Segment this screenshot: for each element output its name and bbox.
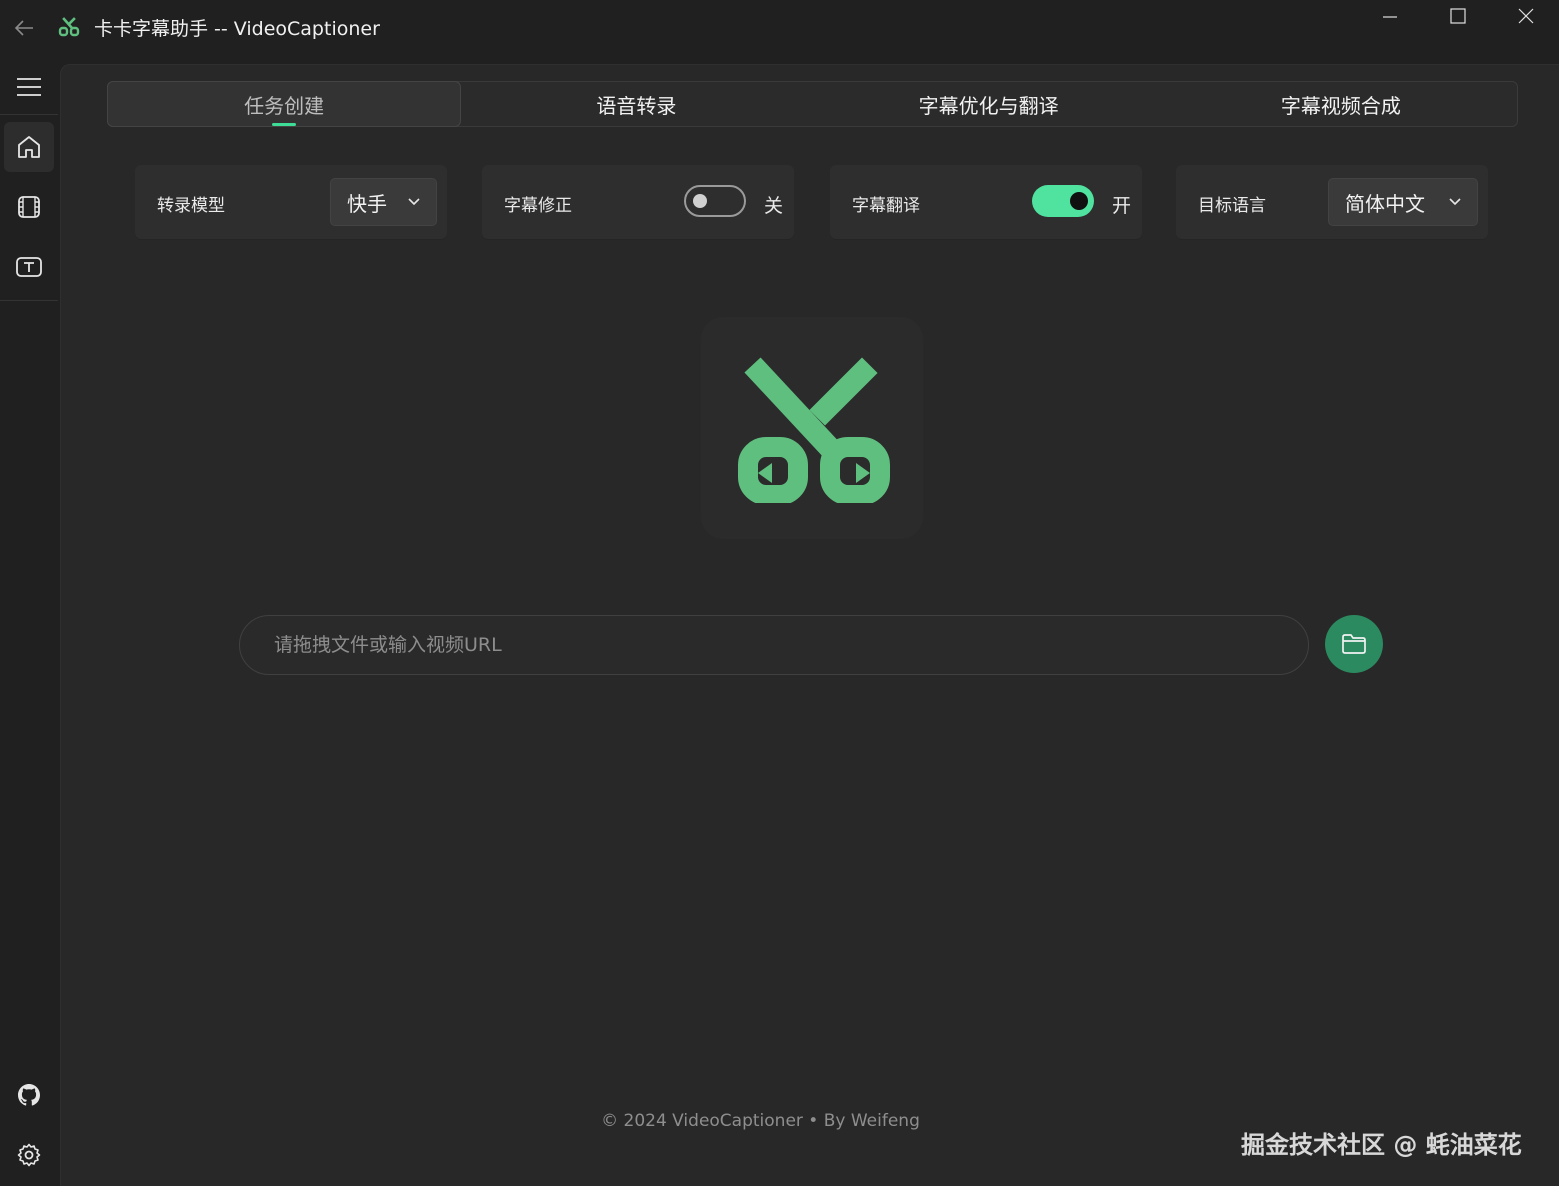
translation-label: 字幕翻译: [852, 196, 920, 216]
tab-subtitle-video-synthesis[interactable]: 字幕视频合成: [1165, 82, 1517, 126]
tab-bar: 任务创建 语音转录 字幕优化与翻译 字幕视频合成: [107, 81, 1518, 127]
model-setting-card: 转录模型 快手: [135, 165, 447, 239]
tab-label: 语音转录: [596, 93, 677, 118]
sidebar-item-video[interactable]: [4, 182, 54, 232]
settings-button[interactable]: [4, 1130, 54, 1180]
close-button[interactable]: [1492, 0, 1559, 32]
minimize-icon: [1383, 16, 1397, 18]
tab-label: 字幕优化与翻译: [918, 93, 1059, 118]
github-button[interactable]: [4, 1070, 54, 1120]
sidebar-divider: [0, 114, 58, 115]
translation-setting-card: 字幕翻译 开: [830, 165, 1142, 239]
target-language-label: 目标语言: [1198, 196, 1266, 216]
maximize-icon: [1450, 8, 1466, 24]
minimize-button[interactable]: [1356, 0, 1424, 32]
watermark: 掘金技术社区 @ 蚝油菜花: [1241, 1131, 1522, 1159]
url-input[interactable]: [239, 615, 1309, 675]
translation-toggle[interactable]: [1032, 185, 1094, 217]
sidebar: [0, 56, 60, 1186]
chevron-down-icon: [408, 198, 420, 206]
app-logo: [701, 317, 923, 539]
target-language-select-value: 简体中文: [1345, 191, 1425, 216]
film-icon: [18, 196, 40, 218]
model-select-value: 快手: [347, 191, 387, 216]
correction-setting-card: 字幕修正 关: [482, 165, 794, 239]
arrow-left-icon: [14, 20, 33, 36]
model-select[interactable]: 快手: [330, 178, 437, 226]
hamburger-icon: [17, 78, 41, 96]
active-tab-indicator: [272, 123, 297, 126]
tab-transcription[interactable]: 语音转录: [460, 82, 812, 126]
tab-label: 任务创建: [244, 93, 325, 118]
sidebar-item-home[interactable]: [4, 122, 54, 172]
tab-subtitle-optimize-translate[interactable]: 字幕优化与翻译: [813, 82, 1165, 126]
tab-label: 字幕视频合成: [1280, 93, 1401, 118]
target-language-select[interactable]: 简体中文: [1328, 178, 1478, 226]
correction-state-text: 关: [764, 195, 784, 217]
main-content: 任务创建 语音转录 字幕优化与翻译 字幕视频合成 转录模型 快手 字幕修正 关 …: [60, 64, 1559, 1186]
close-icon: [1518, 8, 1534, 24]
correction-toggle[interactable]: [684, 185, 746, 217]
window-title: 卡卡字幕助手 -- VideoCaptioner: [94, 18, 380, 40]
sidebar-item-subtitle[interactable]: [4, 242, 54, 292]
text-box-icon: [16, 257, 42, 277]
browse-folder-button[interactable]: [1325, 615, 1383, 673]
scissors-icon: [58, 17, 80, 37]
toggle-knob: [693, 194, 707, 208]
home-icon: [18, 136, 40, 158]
tab-task-create[interactable]: 任务创建: [107, 81, 462, 127]
model-label: 转录模型: [157, 196, 225, 216]
gear-icon: [17, 1143, 41, 1167]
translation-state-text: 开: [1112, 195, 1132, 217]
toggle-knob: [1070, 192, 1088, 210]
maximize-button[interactable]: [1424, 0, 1492, 32]
app-window: 卡卡字幕助手 -- VideoCaptioner 任务创建 语音转录 字幕优化与…: [0, 0, 1559, 1186]
correction-label: 字幕修正: [504, 196, 572, 216]
title-bar: 卡卡字幕助手 -- VideoCaptioner: [0, 0, 1559, 56]
scissors-icon: [738, 357, 890, 503]
github-icon: [18, 1084, 40, 1106]
menu-button[interactable]: [4, 62, 54, 112]
sidebar-divider: [0, 300, 58, 301]
back-button[interactable]: [8, 12, 40, 44]
folder-icon: [1342, 634, 1366, 654]
chevron-down-icon: [1449, 198, 1461, 206]
target-language-setting-card: 目标语言 简体中文: [1176, 165, 1488, 239]
